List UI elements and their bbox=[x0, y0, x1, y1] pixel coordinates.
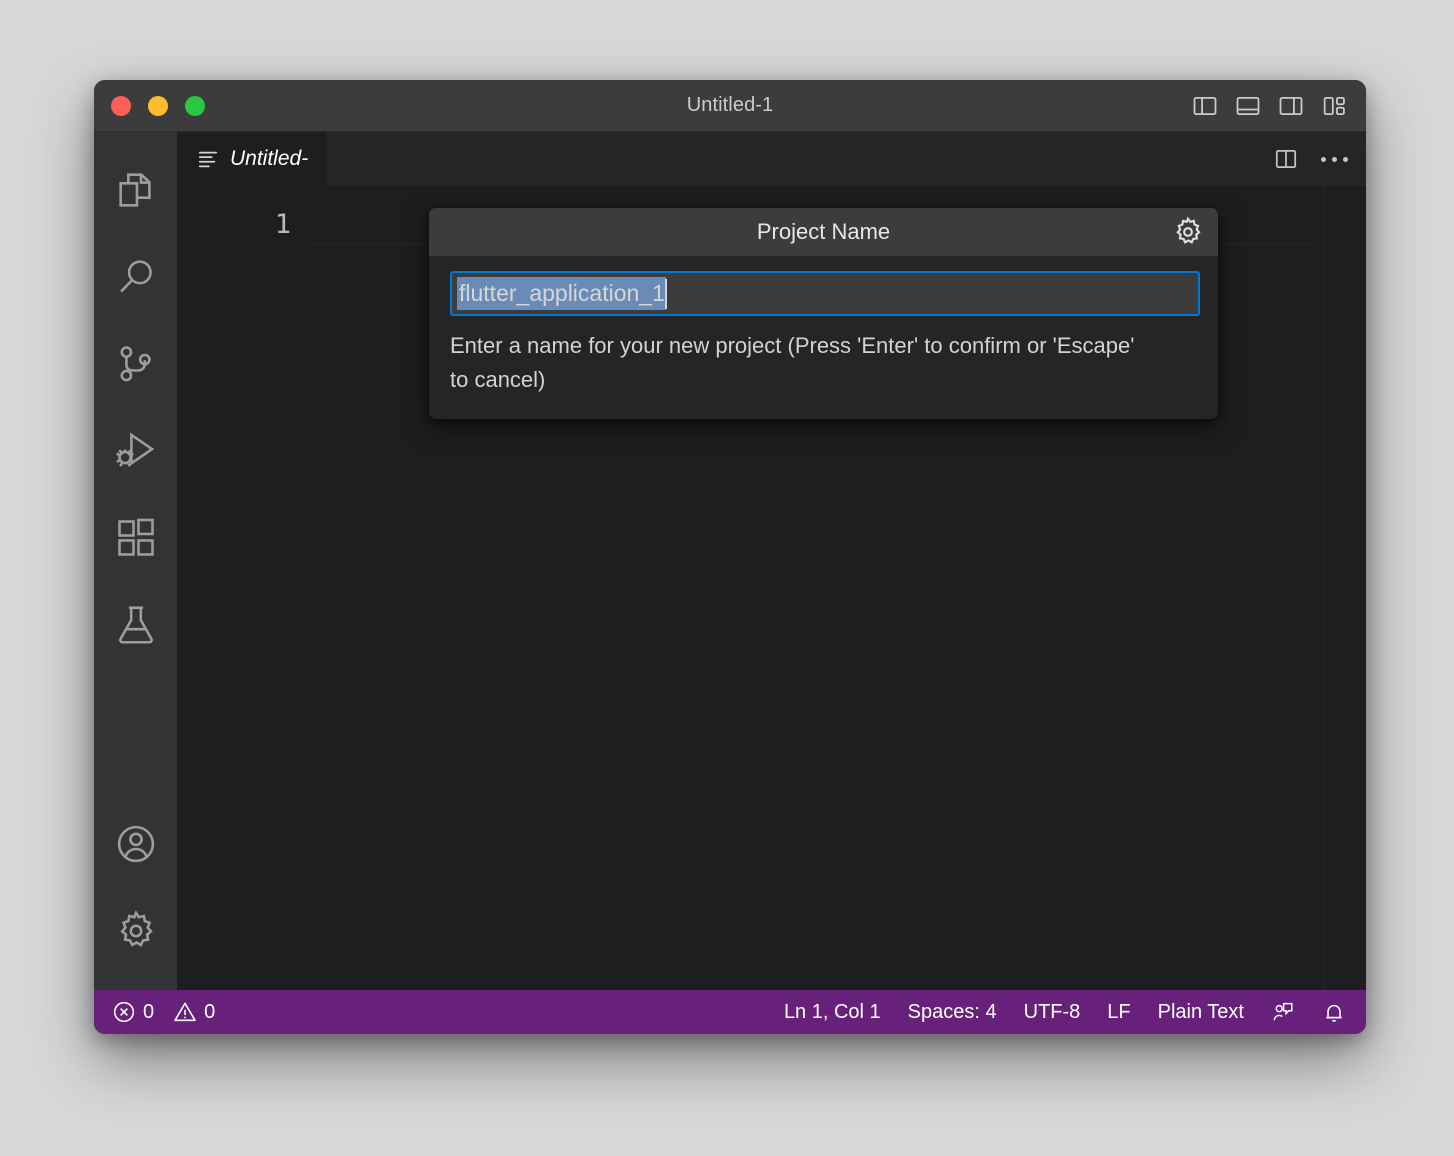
sidebar-item-search[interactable] bbox=[94, 233, 177, 320]
status-eol[interactable]: LF bbox=[1107, 1001, 1130, 1024]
customize-layout-icon[interactable] bbox=[1320, 92, 1348, 120]
sidebar-item-manage[interactable] bbox=[94, 887, 177, 974]
screen: Untitled- 1 bbox=[0, 0, 1454, 1156]
source-control-icon bbox=[113, 341, 159, 387]
text-caret bbox=[665, 279, 667, 309]
status-problems[interactable]: 0 0 bbox=[112, 1000, 215, 1024]
error-icon bbox=[112, 1000, 136, 1024]
project-name-input[interactable]: flutter_application_1 bbox=[450, 271, 1200, 316]
project-name-input-value: flutter_application_1 bbox=[457, 277, 666, 310]
editor-actions bbox=[1273, 132, 1352, 186]
warning-count: 0 bbox=[204, 1001, 215, 1024]
maximize-window-button[interactable] bbox=[185, 96, 205, 116]
vscode-window: Untitled- 1 bbox=[94, 80, 1366, 1034]
window-title: Untitled-1 bbox=[94, 94, 1366, 117]
status-bar-right: Ln 1, Col 1 Spaces: 4 UTF-8 LF Plain Tex… bbox=[784, 1000, 1346, 1024]
line-number: 1 bbox=[177, 208, 291, 242]
more-actions-icon[interactable] bbox=[1317, 151, 1352, 168]
activity-bar bbox=[94, 132, 177, 990]
status-bar-left: 0 0 bbox=[112, 1000, 215, 1024]
status-cursor-position[interactable]: Ln 1, Col 1 bbox=[784, 1001, 881, 1024]
error-count: 0 bbox=[143, 1001, 154, 1024]
warning-icon bbox=[173, 1000, 197, 1024]
editor-scrollbar[interactable] bbox=[1352, 186, 1366, 990]
sidebar-item-extensions[interactable] bbox=[94, 494, 177, 581]
live-share-icon[interactable] bbox=[1271, 1000, 1295, 1024]
sidebar-item-run-and-debug[interactable] bbox=[94, 407, 177, 494]
editor-tab-bar: Untitled- bbox=[177, 132, 1366, 186]
layout-controls bbox=[1191, 80, 1348, 132]
toggle-primary-sidebar-icon[interactable] bbox=[1191, 92, 1219, 120]
line-number-gutter: 1 bbox=[177, 186, 313, 242]
files-icon bbox=[113, 167, 159, 213]
search-icon bbox=[113, 254, 159, 300]
beaker-icon bbox=[113, 602, 159, 648]
debug-icon bbox=[113, 428, 159, 474]
plain-text-file-icon bbox=[197, 148, 219, 170]
toggle-panel-icon[interactable] bbox=[1234, 92, 1262, 120]
dialog-title: Project Name bbox=[757, 219, 890, 245]
status-indentation[interactable]: Spaces: 4 bbox=[908, 1001, 997, 1024]
gear-icon[interactable] bbox=[1171, 215, 1205, 249]
dialog-description: Enter a name for your new project (Press… bbox=[450, 329, 1150, 397]
window-controls bbox=[111, 96, 205, 116]
split-editor-icon[interactable] bbox=[1273, 146, 1299, 172]
sidebar-item-explorer[interactable] bbox=[94, 146, 177, 233]
quick-input-body: flutter_application_1 Enter a name for y… bbox=[429, 256, 1218, 419]
title-bar: Untitled-1 bbox=[94, 80, 1366, 132]
sidebar-item-accounts[interactable] bbox=[94, 800, 177, 887]
quick-input-dialog: Project Name flutter_application_1 Enter… bbox=[429, 208, 1218, 419]
tab-untitled-1[interactable]: Untitled- bbox=[177, 132, 327, 186]
quick-input-header: Project Name bbox=[429, 208, 1218, 256]
status-language-mode[interactable]: Plain Text bbox=[1158, 1001, 1244, 1024]
sidebar-item-testing[interactable] bbox=[94, 581, 177, 668]
status-encoding[interactable]: UTF-8 bbox=[1024, 1001, 1081, 1024]
extensions-icon bbox=[113, 515, 159, 561]
close-window-button[interactable] bbox=[111, 96, 131, 116]
minimize-window-button[interactable] bbox=[148, 96, 168, 116]
account-icon bbox=[113, 821, 159, 867]
minimap-border bbox=[1323, 186, 1324, 990]
gear-icon bbox=[113, 908, 159, 954]
toggle-secondary-sidebar-icon[interactable] bbox=[1277, 92, 1305, 120]
sidebar-item-source-control[interactable] bbox=[94, 320, 177, 407]
tab-label: Untitled- bbox=[230, 147, 308, 171]
notifications-bell-icon[interactable] bbox=[1322, 1000, 1346, 1024]
status-bar: 0 0 Ln 1, Col 1 Spaces: 4 UTF-8 LF Plain… bbox=[94, 990, 1366, 1034]
